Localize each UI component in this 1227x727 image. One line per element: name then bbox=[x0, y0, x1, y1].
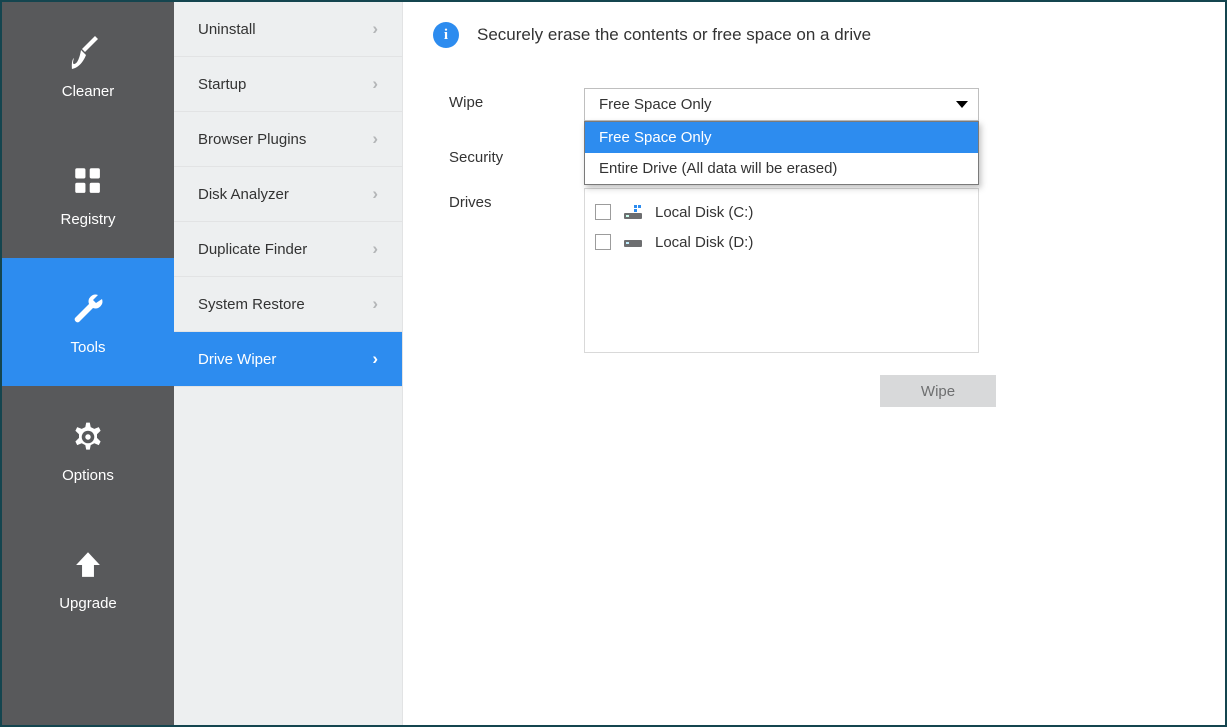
chevron-right-icon: › bbox=[372, 129, 378, 149]
chevron-right-icon: › bbox=[372, 294, 378, 314]
drive-icon bbox=[623, 234, 643, 250]
wipe-select-value: Free Space Only bbox=[599, 96, 712, 113]
sidebar-label: Cleaner bbox=[62, 83, 115, 100]
chevron-down-icon bbox=[956, 101, 968, 108]
tool-label: Duplicate Finder bbox=[198, 241, 307, 258]
wipe-button[interactable]: Wipe bbox=[880, 375, 996, 407]
sidebar-label: Options bbox=[62, 467, 114, 484]
sidebar-label: Upgrade bbox=[59, 595, 117, 612]
wipe-option-free-space[interactable]: Free Space Only bbox=[585, 122, 978, 153]
chevron-right-icon: › bbox=[372, 349, 378, 369]
tool-item-duplicate-finder[interactable]: Duplicate Finder › bbox=[174, 222, 402, 277]
grid-icon bbox=[68, 161, 108, 201]
gear-icon bbox=[68, 417, 108, 457]
drive-checkbox[interactable] bbox=[595, 234, 611, 250]
drive-label: Local Disk (D:) bbox=[655, 234, 753, 251]
chevron-right-icon: › bbox=[372, 239, 378, 259]
tool-label: Browser Plugins bbox=[198, 131, 306, 148]
tool-item-uninstall[interactable]: Uninstall › bbox=[174, 2, 402, 57]
security-label: Security bbox=[449, 143, 584, 166]
chevron-right-icon: › bbox=[372, 74, 378, 94]
tool-label: Disk Analyzer bbox=[198, 186, 289, 203]
drive-checkbox[interactable] bbox=[595, 204, 611, 220]
tool-label: Drive Wiper bbox=[198, 351, 276, 368]
wipe-label: Wipe bbox=[449, 88, 584, 111]
tool-item-drive-wiper[interactable]: Drive Wiper › bbox=[174, 332, 402, 387]
system-drive-icon bbox=[623, 204, 643, 220]
sidebar-label: Registry bbox=[60, 211, 115, 228]
tools-submenu: Uninstall › Startup › Browser Plugins › … bbox=[174, 2, 403, 725]
drives-list: Local Disk (C:) Local Disk (D:) bbox=[584, 188, 979, 353]
info-icon: i bbox=[433, 22, 459, 48]
arrow-up-icon bbox=[68, 545, 108, 585]
drive-row-c[interactable]: Local Disk (C:) bbox=[595, 197, 968, 227]
primary-sidebar: Cleaner Registry Tools Options Upgrade bbox=[2, 2, 174, 725]
drive-wiper-panel: i Securely erase the contents or free sp… bbox=[403, 2, 1225, 725]
wipe-option-entire-drive[interactable]: Entire Drive (All data will be erased) bbox=[585, 153, 978, 184]
wrench-icon bbox=[68, 289, 108, 329]
sidebar-item-upgrade[interactable]: Upgrade bbox=[2, 514, 174, 642]
tool-item-browser-plugins[interactable]: Browser Plugins › bbox=[174, 112, 402, 167]
tool-item-disk-analyzer[interactable]: Disk Analyzer › bbox=[174, 167, 402, 222]
panel-header: i Securely erase the contents or free sp… bbox=[433, 22, 1195, 48]
drive-row-d[interactable]: Local Disk (D:) bbox=[595, 227, 968, 257]
tool-label: Uninstall bbox=[198, 21, 256, 38]
sidebar-item-cleaner[interactable]: Cleaner bbox=[2, 2, 174, 130]
chevron-right-icon: › bbox=[372, 19, 378, 39]
brush-icon bbox=[68, 33, 108, 73]
sidebar-item-registry[interactable]: Registry bbox=[2, 130, 174, 258]
sidebar-label: Tools bbox=[70, 339, 105, 356]
drives-label: Drives bbox=[449, 188, 584, 211]
wipe-mode-dropdown: Free Space Only Entire Drive (All data w… bbox=[584, 121, 979, 185]
wipe-mode-select[interactable]: Free Space Only bbox=[584, 88, 979, 121]
tool-label: System Restore bbox=[198, 296, 305, 313]
tool-item-system-restore[interactable]: System Restore › bbox=[174, 277, 402, 332]
panel-header-text: Securely erase the contents or free spac… bbox=[477, 25, 871, 45]
sidebar-item-tools[interactable]: Tools bbox=[2, 258, 174, 386]
sidebar-item-options[interactable]: Options bbox=[2, 386, 174, 514]
drive-label: Local Disk (C:) bbox=[655, 204, 753, 221]
chevron-right-icon: › bbox=[372, 184, 378, 204]
tool-item-startup[interactable]: Startup › bbox=[174, 57, 402, 112]
tool-label: Startup bbox=[198, 76, 246, 93]
